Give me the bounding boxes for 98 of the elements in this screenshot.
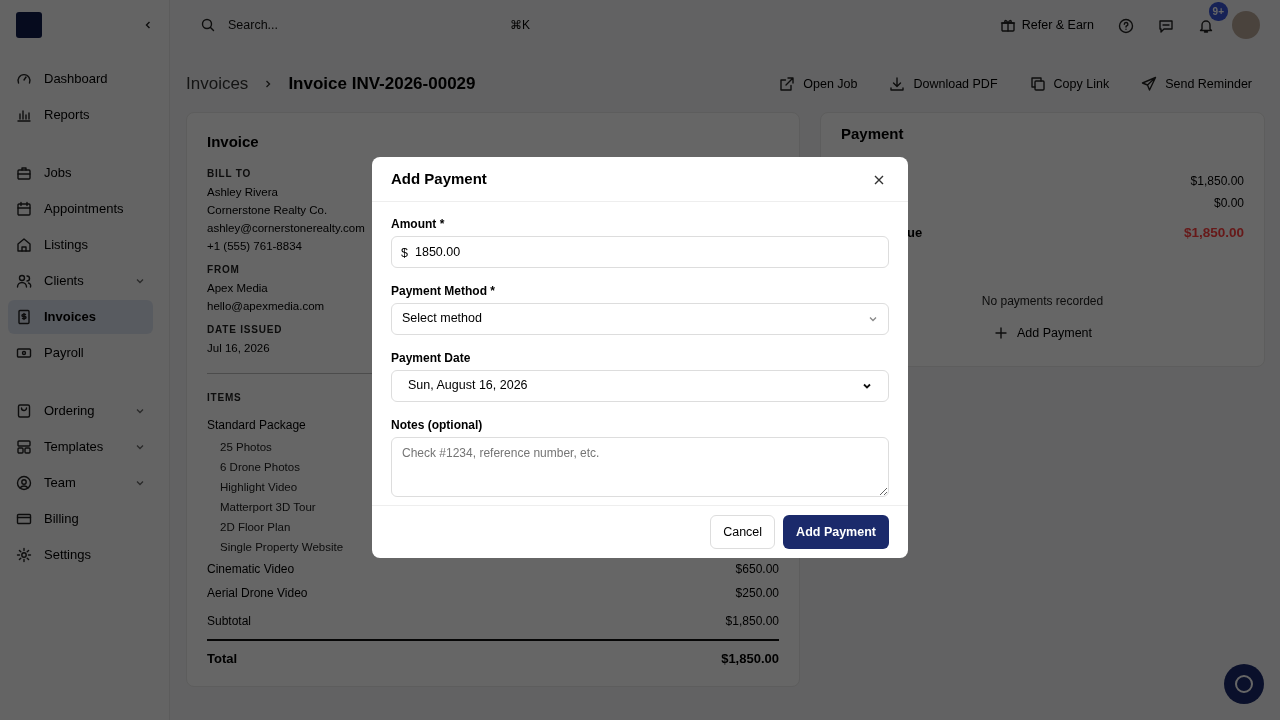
- message-icon: [1158, 17, 1174, 34]
- payment-method-select[interactable]: Select method: [391, 302, 889, 335]
- action-button[interactable]: Copy Link: [1017, 68, 1122, 100]
- sidebar-item[interactable]: Appointments: [8, 192, 153, 226]
- sub-item-name: Matterport 3D Tour: [220, 499, 316, 515]
- section-label: ITEMS: [207, 390, 242, 405]
- house-icon: [16, 237, 32, 253]
- sidebar-item[interactable]: Billing: [8, 502, 153, 536]
- field-label: Payment Date: [391, 349, 471, 367]
- search-field[interactable]: Search...: [226, 14, 426, 36]
- item-name: Standard Package: [207, 416, 306, 434]
- copy-icon: [1029, 76, 1046, 92]
- bag-icon: [16, 403, 32, 419]
- bar-chart-icon: [16, 107, 32, 123]
- payment-value: $1,850.00: [1190, 172, 1244, 190]
- date-select[interactable]: Sun, August 16, 2026: [391, 369, 889, 402]
- payment-value: $0.00: [1213, 194, 1244, 212]
- detail-text: Jul 16, 2026: [207, 340, 270, 356]
- logo-icon: [16, 12, 42, 38]
- detail-text: Ashley Rivera: [207, 184, 278, 200]
- sidebar-item[interactable]: Reports: [8, 98, 153, 132]
- action-button[interactable]: Open Job: [767, 68, 870, 100]
- avatar[interactable]: [1232, 11, 1260, 39]
- payment-label: ue: [907, 223, 923, 242]
- shortcut-hint: ⌘K: [510, 17, 530, 34]
- detail-text: ashley@cornerstonerealty.com: [207, 220, 365, 236]
- chat-launcher[interactable]: [1224, 664, 1264, 704]
- field-label: Notes (optional): [391, 416, 483, 434]
- chat-bubble-icon: [1233, 673, 1255, 695]
- sub-item-name: 25 Photos: [220, 439, 272, 455]
- currency-prefix: $: [401, 244, 408, 262]
- notification-badge: 9+: [1208, 2, 1228, 22]
- credit-card-icon: [16, 511, 32, 527]
- bell-icon: [1198, 17, 1214, 34]
- detail-text: Apex Media: [207, 280, 268, 296]
- invoice-icon: [16, 309, 32, 325]
- dialog-title: Add Payment: [391, 168, 487, 189]
- user-circle-icon: [16, 475, 32, 491]
- sidebar-item[interactable]: Jobs: [8, 156, 153, 190]
- collapse-icon[interactable]: [143, 20, 153, 30]
- sub-item-name: 2D Floor Plan: [220, 519, 291, 535]
- gauge-icon: [16, 71, 32, 87]
- send-icon: [1141, 76, 1158, 92]
- layout-icon: [16, 439, 32, 455]
- subtotal-label: Subtotal: [207, 612, 252, 630]
- section-label: FROM: [207, 262, 240, 277]
- cancel-button[interactable]: Cancel: [710, 514, 776, 550]
- gift-icon: [999, 17, 1016, 33]
- sidebar-item[interactable]: Templates: [8, 430, 153, 464]
- page-title: Invoice INV-2026-00029: [288, 73, 476, 96]
- item-price: $250.00: [735, 584, 779, 602]
- add-payment-submit-button[interactable]: Add Payment: [783, 514, 889, 550]
- detail-text: hello@apexmedia.com: [207, 298, 325, 314]
- sidebar-item[interactable]: Settings: [8, 538, 153, 572]
- sidebar-item[interactable]: Clients: [8, 264, 153, 298]
- item-price: $650.00: [735, 560, 779, 578]
- detail-text: Cornerstone Realty Co.: [207, 202, 328, 218]
- item-name: Cinematic Video: [207, 560, 295, 578]
- sidebar-item[interactable]: Dashboard: [8, 62, 153, 96]
- field-label: Payment Method *: [391, 282, 495, 300]
- sidebar-item[interactable]: Listings: [8, 228, 153, 262]
- notes-field[interactable]: Check #1234, reference number, etc.: [391, 436, 889, 497]
- payment-value: $1,850.00: [1183, 223, 1244, 242]
- detail-text: +1 (555) 761-8834: [207, 238, 302, 254]
- help-icon: [1118, 17, 1134, 34]
- sidebar-item[interactable]: Ordering: [8, 394, 153, 428]
- sub-item-name: Highlight Video: [220, 479, 298, 495]
- item-name: Aerial Drone Video: [207, 584, 308, 602]
- action-button[interactable]: Download PDF: [877, 68, 1010, 100]
- close-icon: [873, 173, 885, 186]
- card-title: Payment: [841, 124, 904, 144]
- card-title: Invoice: [207, 132, 259, 152]
- sub-item-name: Single Property Website: [220, 539, 344, 555]
- action-button[interactable]: Send Reminder: [1129, 68, 1264, 100]
- add-payment-button[interactable]: Add Payment: [980, 317, 1104, 349]
- sub-item-name: 6 Drone Photos: [220, 459, 300, 475]
- empty-state-text: No payments recorded: [981, 292, 1104, 310]
- total-value: $1,850.00: [721, 649, 779, 668]
- refer-earn-button[interactable]: Refer & Earn: [993, 14, 1100, 36]
- sidebar-item[interactable]: Team: [8, 466, 153, 500]
- plus-icon: [992, 324, 1009, 341]
- search-icon: [200, 17, 216, 33]
- section-label: DATE ISSUED: [207, 322, 283, 337]
- field-label: Amount *: [391, 215, 445, 233]
- breadcrumb-chevron-icon: [264, 79, 273, 89]
- external-link-icon: [779, 76, 796, 92]
- subtotal-value: $1,850.00: [725, 612, 779, 630]
- calendar-icon: [16, 201, 32, 217]
- briefcase-icon: [16, 165, 32, 181]
- people-icon: [16, 273, 32, 289]
- cash-icon: [16, 345, 32, 361]
- sidebar-item[interactable]: Invoices: [8, 300, 153, 334]
- total-label: Total: [207, 649, 238, 668]
- section-label: BILL TO: [207, 166, 252, 181]
- sidebar-item[interactable]: Payroll: [8, 336, 153, 370]
- settings-icon: [16, 547, 32, 563]
- download-icon: [889, 76, 906, 92]
- breadcrumb-link[interactable]: Invoices: [186, 71, 249, 97]
